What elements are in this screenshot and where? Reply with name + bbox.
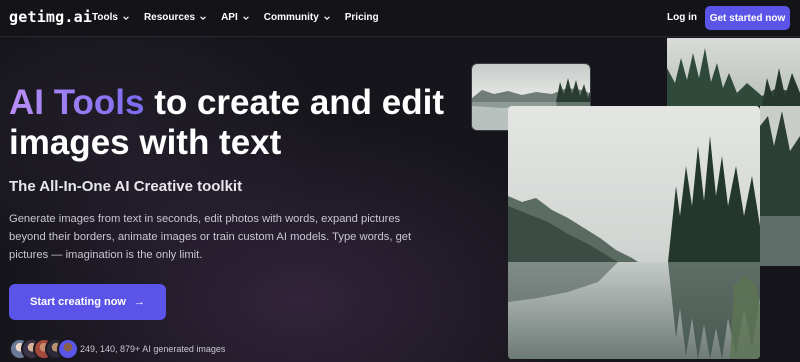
chevron-down-icon [242,15,249,20]
nav-item-label: Tools [92,12,118,23]
avatar [57,338,79,360]
cta-label: Start creating now [30,296,126,308]
nav-item-label: Pricing [344,12,379,23]
user-avatars [9,338,79,360]
gallery-image-misty-lake [508,106,760,359]
nav-item-community[interactable]: Community [264,12,331,23]
nav-item-tools[interactable]: Tools [92,12,130,23]
nav-item-api[interactable]: API [221,12,250,23]
start-creating-button[interactable]: Start creating now → [9,284,166,320]
nav-item-resources[interactable]: Resources [144,12,207,23]
nav-item-label: API [221,12,238,23]
top-navbar: getimg.ai Tools Resources API Community … [0,0,800,37]
hero-title: AI Tools to create and edit images with … [9,83,469,163]
get-started-button[interactable]: Get started now [705,6,790,30]
gallery-image-forest-top [667,38,800,106]
main-nav: Tools Resources API Community Pricing [92,12,393,23]
nav-item-pricing[interactable]: Pricing [345,12,379,23]
login-link[interactable]: Log in [667,12,697,23]
nav-item-label: Resources [143,12,196,23]
gallery-image-edge [760,106,800,266]
hero-title-accent: AI Tools [9,83,145,122]
logo[interactable]: getimg.ai [9,8,92,26]
chevron-down-icon [200,15,206,20]
hero-subtitle: The All-In-One AI Creative toolkit [9,178,243,195]
chevron-down-icon [123,15,129,20]
nav-item-label: Community [263,12,319,23]
hero-description: Generate images from text in seconds, ed… [9,213,412,261]
chevron-down-icon [323,15,330,20]
generated-count: 249, 140, 879+ AI generated images [80,344,226,354]
arrow-right-icon: → [133,296,145,308]
